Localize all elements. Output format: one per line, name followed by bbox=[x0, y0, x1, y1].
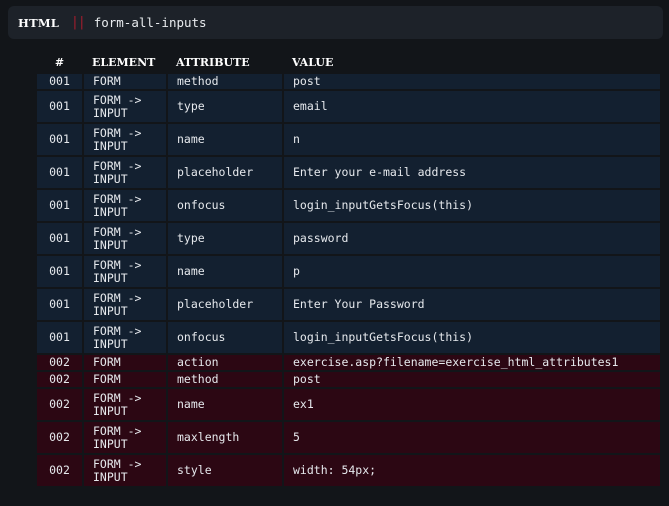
cell-element: FORM bbox=[84, 74, 166, 89]
table-row: 001 FORM -> INPUT name n bbox=[37, 124, 660, 155]
cell-number: 001 bbox=[37, 157, 82, 188]
table-row: 002 FORM method post bbox=[37, 372, 660, 387]
column-header-attribute: ATTRIBUTE bbox=[176, 55, 250, 69]
table-row: 002 FORM action exercise.asp?filename=exerc… bbox=[37, 355, 660, 370]
cell-number: 002 bbox=[37, 455, 82, 486]
cell-attribute: method bbox=[168, 372, 282, 387]
cell-element: FORM -> INPUT bbox=[84, 91, 166, 122]
cell-number: 002 bbox=[37, 422, 82, 453]
cell-attribute: action bbox=[168, 355, 282, 370]
cell-number: 001 bbox=[37, 74, 82, 89]
cell-number: 001 bbox=[37, 124, 82, 155]
cell-value: ex1 bbox=[284, 389, 660, 420]
table-row: 001 FORM -> INPUT placeholder Enter your e-m… bbox=[37, 157, 660, 188]
table-row: 002 FORM -> INPUT name ex1 bbox=[37, 389, 660, 420]
cell-number: 001 bbox=[37, 322, 82, 353]
cell-attribute: type bbox=[168, 223, 282, 254]
cell-value: password bbox=[284, 223, 660, 254]
separator: || bbox=[71, 15, 86, 30]
cell-attribute: placeholder bbox=[168, 289, 282, 320]
cell-value: post bbox=[284, 372, 660, 387]
code-header: HTML || form-all-inputs bbox=[8, 6, 663, 39]
cell-value: 5 bbox=[284, 422, 660, 453]
table-body: 001 FORM method post 001 FORM -> INPUT type emai… bbox=[37, 74, 660, 486]
cell-attribute: type bbox=[168, 91, 282, 122]
cell-element: FORM -> INPUT bbox=[84, 190, 166, 221]
table-row: 001 FORM -> INPUT placeholder Enter Your Pas… bbox=[37, 289, 660, 320]
cell-element: FORM -> INPUT bbox=[84, 157, 166, 188]
cell-attribute: onfocus bbox=[168, 190, 282, 221]
cell-value: login_inputGetsFocus(this) bbox=[284, 322, 660, 353]
cell-number: 002 bbox=[37, 372, 82, 387]
cell-value: n bbox=[284, 124, 660, 155]
cell-attribute: name bbox=[168, 124, 282, 155]
column-header-number: # bbox=[54, 55, 65, 69]
cell-value: Enter Your Password bbox=[284, 289, 660, 320]
cell-attribute: style bbox=[168, 455, 282, 486]
cell-element: FORM -> INPUT bbox=[84, 289, 166, 320]
cell-element: FORM -> INPUT bbox=[84, 223, 166, 254]
cell-number: 001 bbox=[37, 256, 82, 287]
table-row: 002 FORM -> INPUT maxlength 5 bbox=[37, 422, 660, 453]
cell-number: 001 bbox=[37, 289, 82, 320]
cell-value: login_inputGetsFocus(this) bbox=[284, 190, 660, 221]
cell-value: post bbox=[284, 74, 660, 89]
cell-attribute: name bbox=[168, 256, 282, 287]
table-row: 001 FORM -> INPUT onfocus login_inputGetsFoc… bbox=[37, 190, 660, 221]
table-row: 002 FORM -> INPUT style width: 54px; bbox=[37, 455, 660, 486]
column-header-value: VALUE bbox=[292, 55, 334, 69]
cell-element: FORM -> INPUT bbox=[84, 124, 166, 155]
code-title: form-all-inputs bbox=[93, 15, 207, 30]
table-row: 001 FORM -> INPUT type password bbox=[37, 223, 660, 254]
attributes-table: # ELEMENT ATTRIBUTE VALUE 001 FORM method p… bbox=[35, 50, 662, 488]
cell-number: 001 bbox=[37, 91, 82, 122]
cell-element: FORM -> INPUT bbox=[84, 322, 166, 353]
cell-element: FORM -> INPUT bbox=[84, 256, 166, 287]
cell-value: width: 54px; bbox=[284, 455, 660, 486]
cell-value: p bbox=[284, 256, 660, 287]
table-row: 001 FORM -> INPUT onfocus login_inputGetsFoc… bbox=[37, 322, 660, 353]
cell-attribute: maxlength bbox=[168, 422, 282, 453]
table-header-row: # ELEMENT ATTRIBUTE VALUE bbox=[37, 52, 660, 72]
cell-attribute: name bbox=[168, 389, 282, 420]
cell-number: 001 bbox=[37, 190, 82, 221]
cell-number: 001 bbox=[37, 223, 82, 254]
cell-element: FORM bbox=[84, 372, 166, 387]
cell-element: FORM bbox=[84, 355, 166, 370]
cell-element: FORM -> INPUT bbox=[84, 422, 166, 453]
cell-number: 002 bbox=[37, 389, 82, 420]
cell-number: 002 bbox=[37, 355, 82, 370]
cell-attribute: onfocus bbox=[168, 322, 282, 353]
table-row: 001 FORM -> INPUT name p bbox=[37, 256, 660, 287]
code-viewer: HTML || form-all-inputs # ELEMENT ATTRIB… bbox=[0, 0, 669, 506]
cell-element: FORM -> INPUT bbox=[84, 389, 166, 420]
table-row: 001 FORM -> INPUT type email bbox=[37, 91, 660, 122]
table-row: 001 FORM method post bbox=[37, 74, 660, 89]
cell-element: FORM -> INPUT bbox=[84, 455, 166, 486]
cell-value: exercise.asp?filename=exercise_html_attr… bbox=[284, 355, 660, 370]
cell-value: email bbox=[284, 91, 660, 122]
language-label: HTML bbox=[18, 15, 60, 30]
cell-attribute: method bbox=[168, 74, 282, 89]
cell-attribute: placeholder bbox=[168, 157, 282, 188]
cell-value: Enter your e-mail address bbox=[284, 157, 660, 188]
column-header-element: ELEMENT bbox=[92, 55, 156, 69]
